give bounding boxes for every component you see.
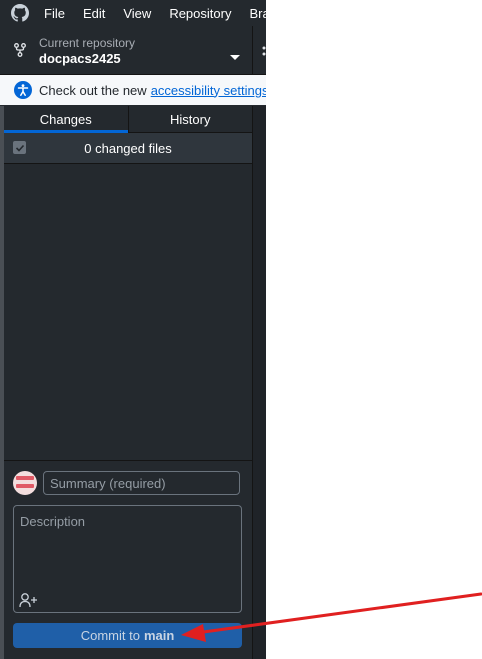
- github-desktop-window: File Edit View Repository Bra Current re…: [0, 0, 266, 659]
- menu-repository[interactable]: Repository: [160, 6, 240, 21]
- diff-panel-edge: [252, 106, 266, 659]
- changed-files-list: [4, 164, 252, 460]
- tab-history[interactable]: History: [127, 106, 253, 132]
- menu-branch[interactable]: Bra: [240, 6, 266, 21]
- changes-list-header: 0 changed files: [4, 133, 252, 164]
- chevron-down-icon[interactable]: [230, 48, 240, 66]
- add-coauthor-icon[interactable]: [19, 592, 39, 608]
- repository-fork-icon: [14, 43, 26, 62]
- menu-edit[interactable]: Edit: [74, 6, 114, 21]
- tab-changes[interactable]: Changes: [4, 106, 128, 133]
- accessibility-settings-link[interactable]: accessibility settings: [151, 83, 266, 98]
- sidebar-tabs: Changes History: [4, 106, 252, 133]
- branch-selector-edge[interactable]: [262, 44, 266, 60]
- repository-caption: Current repository: [39, 36, 136, 50]
- commit-button[interactable]: Commit to main: [13, 623, 242, 648]
- changed-files-count: 0 changed files: [84, 141, 172, 156]
- title-bar: File Edit View Repository Bra: [0, 0, 266, 26]
- commit-message-panel: Commit to main: [4, 460, 252, 659]
- commit-button-label: Commit to: [80, 628, 140, 643]
- repository-name: docpacs2425: [39, 51, 121, 66]
- commit-summary-input[interactable]: [43, 471, 240, 495]
- menu-view[interactable]: View: [114, 6, 160, 21]
- commit-branch-name: main: [143, 628, 175, 643]
- github-logo-icon: [11, 3, 29, 23]
- commit-description-box: [13, 505, 242, 613]
- menu-file[interactable]: File: [35, 6, 74, 21]
- current-repository-selector[interactable]: Current repository docpacs2425: [0, 26, 266, 75]
- commit-description-input[interactable]: [14, 506, 241, 586]
- accessibility-icon: [14, 81, 32, 99]
- avatar: [13, 471, 37, 495]
- accessibility-banner: Check out the new accessibility settings…: [0, 75, 266, 105]
- banner-message: Check out the new: [39, 82, 147, 98]
- changes-sidebar: Changes History 0 changed files Summary …: [4, 106, 252, 659]
- toolbar-divider: [252, 26, 253, 74]
